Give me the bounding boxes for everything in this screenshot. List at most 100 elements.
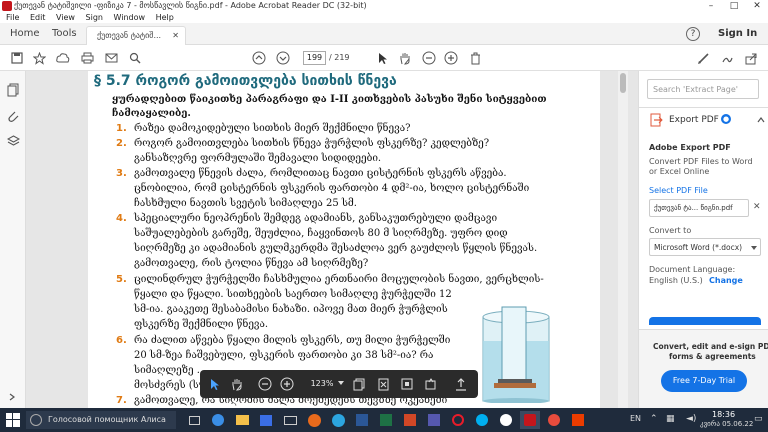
- yandex-icon[interactable]: [496, 411, 516, 429]
- clock-date[interactable]: კვირა 05.06.22: [700, 420, 753, 428]
- question-number: 3.: [116, 168, 127, 179]
- question-line: ცნობილია, რომ ცისტერნის ფსკერის ფართობი …: [134, 183, 530, 194]
- floating-page-controls: 123%: [200, 370, 478, 398]
- collapse-chevron-icon[interactable]: [757, 116, 765, 126]
- zoom-out-icon[interactable]: [256, 375, 274, 393]
- fit-page-icon[interactable]: [374, 375, 392, 393]
- office-icon[interactable]: [568, 411, 588, 429]
- opera-icon[interactable]: [448, 411, 468, 429]
- zoom-in-icon[interactable]: [442, 49, 460, 67]
- acrobat-taskbar-icon[interactable]: [520, 411, 540, 429]
- question-number: 2.: [116, 138, 127, 149]
- select-pdf-file-label[interactable]: Select PDF File: [649, 186, 708, 195]
- store-icon[interactable]: [256, 411, 276, 429]
- notifications-icon[interactable]: ▭: [754, 414, 763, 424]
- powerpoint-icon[interactable]: [400, 411, 420, 429]
- hand-tool-icon[interactable]: [396, 49, 414, 67]
- convert-description: Convert PDF Files to Word: [649, 157, 753, 166]
- scrollbar-thumb[interactable]: [620, 73, 626, 93]
- firefox-icon[interactable]: [304, 411, 324, 429]
- question-line: გამოთვალე წნევის ძალა, რომლითაც ნავთი ცი…: [134, 168, 507, 179]
- expand-panel-icon[interactable]: [8, 393, 16, 404]
- task-view-icon[interactable]: [184, 411, 204, 429]
- menu-file[interactable]: File: [6, 13, 19, 22]
- input-language[interactable]: EN: [630, 414, 641, 423]
- extract-page-search-input[interactable]: Search 'Extract Page': [647, 79, 759, 99]
- export-pdf-title[interactable]: Export PDF: [669, 115, 719, 125]
- change-language-link[interactable]: Change: [709, 276, 743, 285]
- share-upload-icon[interactable]: [452, 375, 470, 393]
- delete-icon[interactable]: [466, 49, 484, 67]
- fullscreen-icon[interactable]: [398, 375, 416, 393]
- document-viewport[interactable]: § 5.7 როგორ გამოითვლება სითხის წნევა ყურ…: [26, 71, 638, 408]
- convert-to-select[interactable]: Microsoft Word (*.docx): [649, 238, 761, 256]
- bookmark-star-icon[interactable]: [30, 49, 48, 67]
- sign-in-button[interactable]: Sign In: [718, 23, 757, 45]
- teams-icon[interactable]: [424, 411, 444, 429]
- file-explorer-icon[interactable]: [232, 411, 252, 429]
- convert-to-value: Microsoft Word (*.docx): [654, 243, 743, 252]
- menu-sign[interactable]: Sign: [86, 13, 103, 22]
- save-icon[interactable]: [8, 49, 26, 67]
- help-icon[interactable]: ?: [686, 27, 700, 41]
- minimize-button[interactable]: –: [700, 0, 722, 12]
- hand-tool-icon[interactable]: [228, 375, 246, 393]
- comment-pen-icon[interactable]: [694, 49, 712, 67]
- zoom-level[interactable]: 123%: [304, 377, 340, 391]
- mail-app-icon[interactable]: [280, 411, 300, 429]
- print-icon[interactable]: [78, 49, 96, 67]
- free-trial-button[interactable]: Free 7-Day Trial: [661, 370, 747, 392]
- telegram-icon[interactable]: [328, 411, 348, 429]
- promo-box: Convert, edit and e-sign PDF forms & agr…: [639, 329, 768, 408]
- windows-taskbar: Голосовой помощник Алиса EN ⌃ ▦ ◄) 18:36…: [0, 408, 768, 432]
- attachment-icon[interactable]: [7, 109, 19, 126]
- page-thumbnails-icon[interactable]: [7, 83, 19, 100]
- tray-up-chevron-icon[interactable]: ⌃: [650, 414, 658, 424]
- rotate-icon[interactable]: [422, 375, 440, 393]
- maximize-button[interactable]: □: [723, 0, 745, 12]
- pdf-page: § 5.7 როგორ გამოითვლება სითხის წნევა ყურ…: [88, 71, 600, 408]
- page-down-icon[interactable]: [274, 49, 292, 67]
- menu-help[interactable]: Help: [156, 13, 174, 22]
- zoom-out-icon[interactable]: [420, 49, 438, 67]
- zoom-dropdown-icon[interactable]: [338, 381, 344, 385]
- menu-view[interactable]: View: [56, 13, 75, 22]
- voice-assistant-search[interactable]: Голосовой помощник Алиса: [26, 411, 176, 429]
- copy-page-icon[interactable]: [350, 375, 368, 393]
- tab-document[interactable]: ქუთევან ტატიშ... ✕: [86, 26, 186, 45]
- word-icon[interactable]: [352, 411, 372, 429]
- tab-close-icon[interactable]: ✕: [172, 27, 179, 45]
- question-number: 1.: [116, 123, 127, 134]
- page-up-icon[interactable]: [250, 49, 268, 67]
- clock-time[interactable]: 18:36: [712, 410, 735, 419]
- menu-edit[interactable]: Edit: [30, 13, 46, 22]
- windows-start-icon[interactable]: [6, 413, 20, 430]
- selected-file-chip[interactable]: ქუთევან ტა... წიგნი.pdf: [649, 199, 749, 217]
- remove-file-icon[interactable]: ✕: [753, 202, 761, 212]
- close-window-button[interactable]: ✕: [746, 0, 768, 12]
- tab-document-label: ქუთევან ტატიშ...: [97, 31, 162, 40]
- search-icon[interactable]: [126, 49, 144, 67]
- info-badge-icon[interactable]: ●: [721, 114, 731, 124]
- sign-pen-icon[interactable]: [718, 49, 736, 67]
- menu-window[interactable]: Window: [114, 13, 146, 22]
- mail-icon[interactable]: [102, 49, 120, 67]
- media-player-icon[interactable]: [544, 411, 564, 429]
- search-placeholder: Search 'Extract Page': [653, 85, 738, 94]
- upload-cloud-icon[interactable]: [54, 49, 72, 67]
- promo-text: Convert, edit and e-sign PDF: [653, 342, 768, 351]
- edge-browser-icon[interactable]: [208, 411, 228, 429]
- select-cursor-icon[interactable]: [206, 375, 224, 393]
- share-icon[interactable]: [742, 49, 760, 67]
- excel-icon[interactable]: [376, 411, 396, 429]
- tab-tools[interactable]: Tools: [42, 23, 87, 45]
- volume-icon[interactable]: ◄): [686, 414, 696, 424]
- page-number-input[interactable]: 199: [303, 51, 326, 65]
- zoom-in-icon[interactable]: [278, 375, 296, 393]
- skype-icon[interactable]: [472, 411, 492, 429]
- network-icon[interactable]: ▦: [666, 414, 675, 424]
- convert-button-partial[interactable]: [649, 317, 761, 325]
- select-cursor-icon[interactable]: [374, 49, 392, 67]
- layers-icon[interactable]: [6, 135, 21, 151]
- vertical-scrollbar[interactable]: [618, 71, 628, 408]
